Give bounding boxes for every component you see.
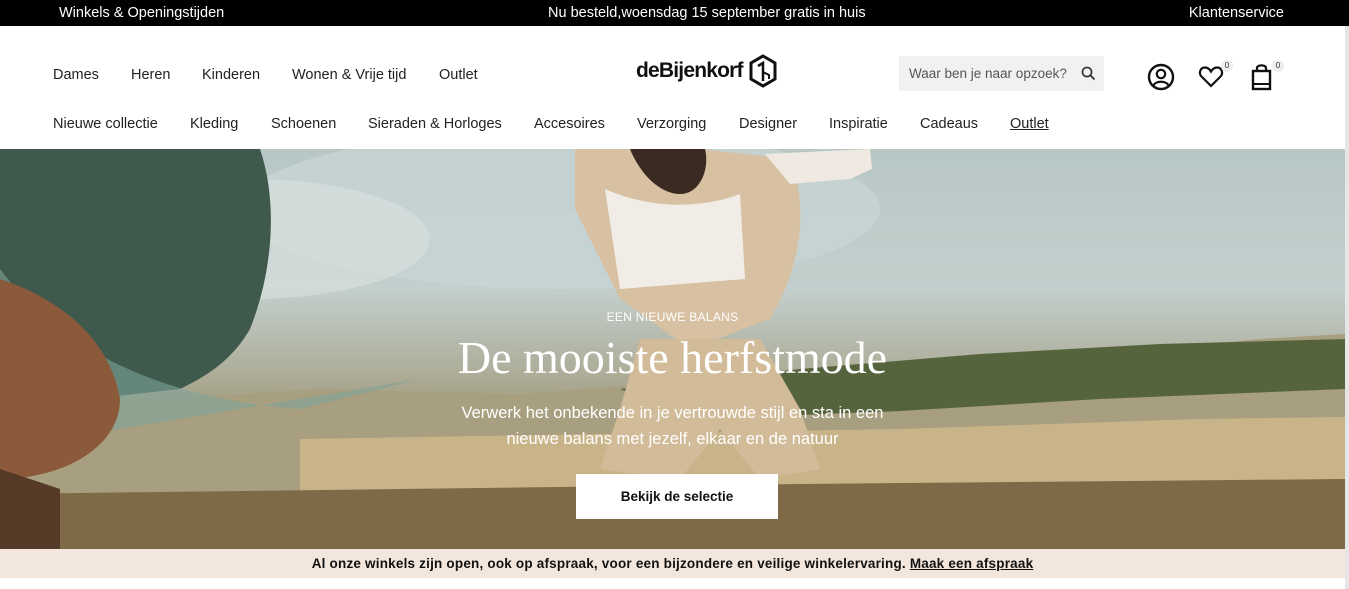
hero-banner[interactable]: EEN NIEUWE BALANS De mooiste herfstmode … (0, 149, 1345, 549)
nav-kleding[interactable]: Kleding (190, 116, 238, 132)
hexagon-logo-icon (749, 54, 777, 88)
nav-inspiratie[interactable]: Inspiratie (829, 116, 888, 132)
nav-outlet[interactable]: Outlet (439, 67, 478, 83)
nav-wonen-vrije-tijd[interactable]: Wonen & Vrije tijd (292, 67, 406, 83)
page-scrollbar[interactable] (1345, 26, 1349, 589)
nav-nieuwe-collectie[interactable]: Nieuwe collectie (53, 116, 158, 132)
delivery-promo: Nu besteld,woensdag 15 september gratis … (548, 5, 866, 21)
bag-count-badge: 0 (1272, 60, 1284, 72)
store-notice-bar: Al onze winkels zijn open, ook op afspra… (0, 549, 1345, 578)
wishlist-button[interactable]: 0 (1197, 60, 1233, 92)
nav-schoenen[interactable]: Schoenen (271, 116, 336, 132)
stores-link[interactable]: Winkels & Openingstijden (59, 5, 224, 21)
logo[interactable]: deBijenkorf (636, 53, 777, 89)
hero-title: De mooiste herfstmode (457, 332, 888, 383)
search-box (899, 56, 1104, 91)
nav-cadeaus[interactable]: Cadeaus (920, 116, 978, 132)
nav-verzorging[interactable]: Verzorging (637, 116, 706, 132)
shopping-bag-button[interactable]: 0 (1248, 60, 1284, 92)
store-notice-text: Al onze winkels zijn open, ook op afspra… (311, 556, 906, 571)
user-circle-icon (1147, 63, 1175, 91)
nav-heren[interactable]: Heren (131, 67, 171, 83)
search-icon[interactable] (1081, 66, 1096, 81)
nav-designer[interactable]: Designer (739, 116, 797, 132)
account-button[interactable] (1146, 62, 1176, 92)
hero-content: EEN NIEUWE BALANS De mooiste herfstmode … (0, 149, 1345, 549)
nav-sieraden-horloges[interactable]: Sieraden & Horloges (368, 116, 502, 132)
hero-description: Verwerk het onbekende in je vertrouwde s… (461, 404, 884, 448)
nav-accesoires[interactable]: Accesoires (534, 116, 605, 132)
view-selection-button[interactable]: Bekijk de selectie (576, 474, 778, 519)
make-appointment-link[interactable]: Maak een afspraak (910, 556, 1033, 571)
search-input[interactable] (899, 56, 1071, 91)
nav-dames[interactable]: Dames (53, 67, 99, 83)
nav-kinderen[interactable]: Kinderen (202, 67, 260, 83)
wishlist-count-badge: 0 (1221, 60, 1233, 72)
site-header: Dames Heren Kinderen Wonen & Vrije tijd … (0, 26, 1349, 149)
logo-text: deBijenkorf (636, 59, 744, 82)
top-bar: Winkels & Openingstijden Nu besteld,woen… (0, 0, 1349, 26)
hero-eyebrow: EEN NIEUWE BALANS (606, 310, 739, 324)
customer-service-link[interactable]: Klantenservice (1189, 5, 1284, 21)
nav-outlet-secondary[interactable]: Outlet (1010, 116, 1049, 132)
